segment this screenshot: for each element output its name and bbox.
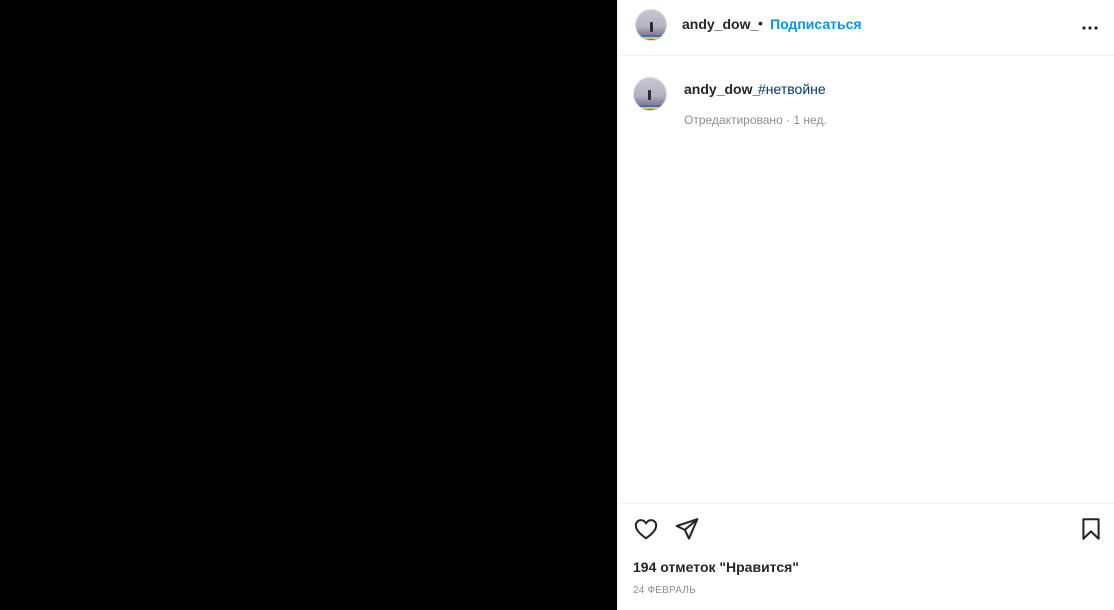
post-dialog: andy_dow_ • Подписаться andy_dow_ #нетво… — [0, 0, 1114, 610]
caption-meta: Отредактировано · 1 нед. — [684, 113, 827, 127]
caption-username[interactable]: andy_dow_ — [684, 81, 760, 97]
header-username[interactable]: andy_dow_ — [682, 16, 758, 32]
post-media[interactable] — [0, 0, 617, 610]
likes-count[interactable]: 194 отметок "Нравится" — [633, 559, 799, 575]
heart-icon[interactable] — [633, 516, 659, 542]
header-separator: • — [758, 15, 763, 31]
bookmark-icon[interactable] — [1078, 516, 1104, 542]
avatar[interactable] — [635, 9, 667, 41]
caption-hashtag[interactable]: #нетвойне — [758, 81, 826, 97]
caption-avatar[interactable] — [633, 77, 667, 111]
more-horizontal-icon[interactable] — [1078, 16, 1102, 40]
post-header: andy_dow_ • Подписаться — [618, 0, 1114, 56]
follow-button[interactable]: Подписаться — [770, 16, 862, 32]
post-sidebar: andy_dow_ • Подписаться andy_dow_ #нетво… — [617, 0, 1114, 610]
paper-plane-icon[interactable] — [674, 516, 700, 542]
post-date: 24 ФЕВРАЛЬ — [633, 585, 696, 596]
actions-divider — [618, 503, 1114, 504]
